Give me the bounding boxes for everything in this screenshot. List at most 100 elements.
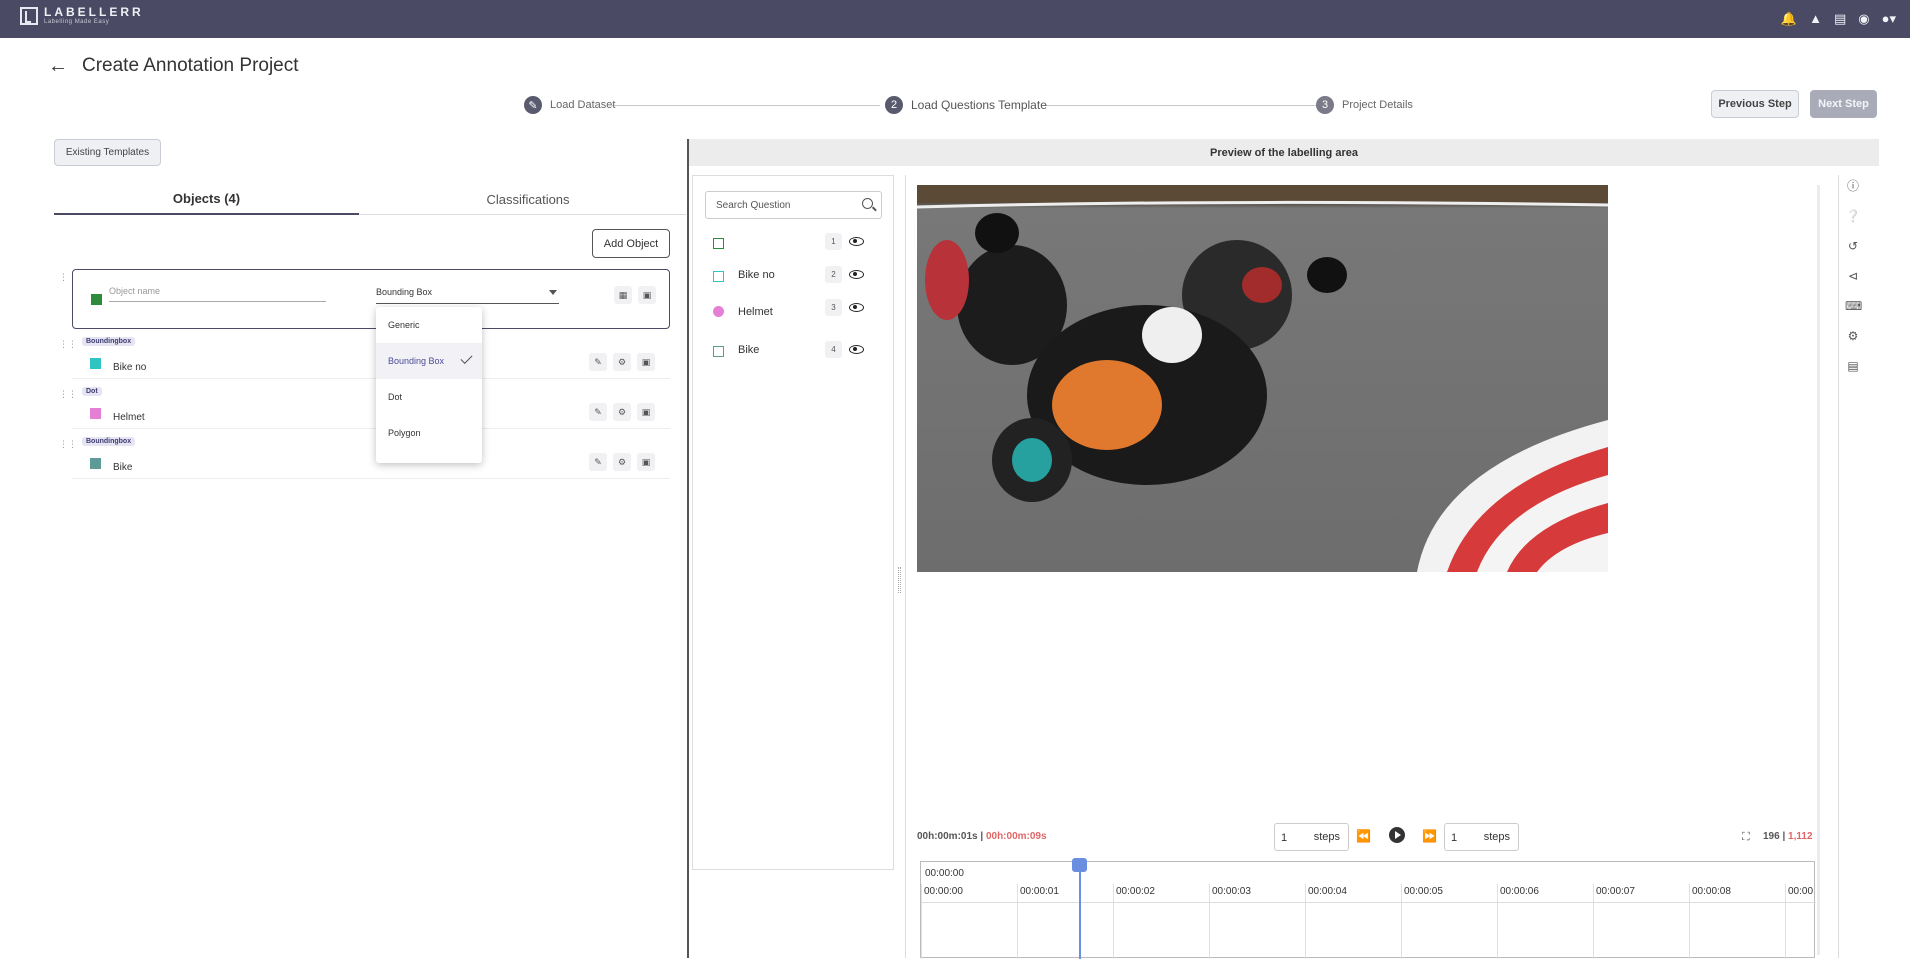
- dropdown-option-bounding-box[interactable]: Bounding Box: [376, 343, 482, 379]
- search-question-input[interactable]: Search Question: [705, 191, 882, 219]
- current-time: 00h:00m:01s: [917, 831, 978, 842]
- video-frame[interactable]: [917, 185, 1608, 572]
- eye-icon[interactable]: [849, 237, 864, 246]
- user-icon[interactable]: ●▾: [1882, 11, 1896, 27]
- step-forward-input[interactable]: 1 steps: [1444, 823, 1519, 851]
- question-number: 2: [825, 266, 842, 283]
- time-separator: |: [977, 831, 986, 842]
- add-object-button[interactable]: Add Object: [592, 229, 670, 258]
- object-color-swatch: [90, 408, 101, 419]
- delete-icon[interactable]: ▣: [637, 403, 655, 421]
- object-row[interactable]: Boundingbox Bike no ✎ ⚙ ▣: [72, 337, 670, 379]
- object-name-input[interactable]: Object name: [109, 282, 326, 302]
- media-icon[interactable]: ▤: [1845, 358, 1861, 374]
- object-type-dropdown: Generic Bounding Box Dot Polygon: [376, 307, 482, 463]
- object-tabs: Objects (4) Classifications: [54, 184, 686, 215]
- frame-total: 1,112: [1788, 831, 1813, 842]
- object-color-swatch: [90, 458, 101, 469]
- question-item[interactable]: 1: [693, 228, 895, 258]
- fast-forward-icon[interactable]: ⏩: [1422, 829, 1437, 843]
- book-icon[interactable]: ▤: [1834, 11, 1846, 27]
- fullscreen-icon[interactable]: ⛶: [1742, 831, 1750, 844]
- question-color-square: [713, 271, 724, 282]
- logo-tagline: Labelling Made Easy: [44, 19, 110, 25]
- edit-icon[interactable]: ✎: [589, 453, 607, 471]
- object-type-select[interactable]: Bounding Box: [376, 282, 559, 304]
- rewind-icon[interactable]: ⏪: [1356, 829, 1371, 843]
- timeline-cursor[interactable]: [1079, 862, 1081, 959]
- object-row[interactable]: Dot Helmet ✎ ⚙ ▣: [72, 387, 670, 429]
- hierarchy-icon[interactable]: ▲: [1809, 11, 1822, 27]
- delete-icon[interactable]: ▣: [637, 453, 655, 471]
- object-name: Helmet: [113, 412, 145, 423]
- eye-icon[interactable]: [849, 345, 864, 354]
- delete-icon[interactable]: ▣: [637, 353, 655, 371]
- headset-icon[interactable]: ◉: [1858, 11, 1869, 27]
- object-row[interactable]: Boundingbox Bike ✎ ⚙ ▣: [72, 437, 670, 479]
- step-project-details[interactable]: 3 Project Details: [1316, 96, 1413, 114]
- checkmark-icon: [460, 351, 473, 365]
- history-icon[interactable]: ↺: [1845, 238, 1861, 254]
- timeline-cursor-handle[interactable]: [1072, 858, 1087, 872]
- timeline-tick: 00:00:03: [1209, 884, 1251, 959]
- question-item[interactable]: Bike 4: [693, 336, 895, 366]
- previous-step-button[interactable]: Previous Step: [1711, 90, 1799, 118]
- timeline[interactable]: 00:00:00 00:00:00 00:00:01 00:00:02 00:0…: [920, 858, 1816, 959]
- share-icon[interactable]: ⊲: [1845, 268, 1861, 284]
- dropdown-option-label: Bounding Box: [388, 356, 445, 366]
- object-name: Bike: [113, 462, 133, 473]
- steps-unit: steps: [1483, 831, 1510, 843]
- step-load-dataset[interactable]: ✎ Load Dataset: [524, 96, 615, 114]
- panel-resize-handle[interactable]: [898, 567, 901, 593]
- step-load-questions-template[interactable]: 2 Load Questions Template: [885, 96, 1047, 114]
- step-back-value: 1: [1281, 832, 1288, 844]
- info-icon[interactable]: ⓘ: [1845, 178, 1861, 194]
- question-item[interactable]: Helmet 3: [693, 294, 895, 324]
- settings-icon[interactable]: ⚙: [1845, 328, 1861, 344]
- timeline-divider: [921, 902, 1816, 903]
- frame-current: 196: [1763, 831, 1780, 842]
- logo-text: LABELLERR: [44, 5, 144, 19]
- tab-classifications[interactable]: Classifications: [370, 184, 686, 215]
- edit-icon[interactable]: ✎: [589, 353, 607, 371]
- search-icon[interactable]: [862, 198, 873, 209]
- question-label: Bike: [738, 344, 760, 356]
- timeline-tick: 00:00: [1785, 884, 1816, 959]
- edit-icon[interactable]: ✎: [589, 403, 607, 421]
- existing-templates-button[interactable]: Existing Templates: [54, 139, 161, 166]
- eye-icon[interactable]: [849, 270, 864, 279]
- timeline-ticks: 00:00:00 00:00:01 00:00:02 00:00:03 00:0…: [921, 884, 1816, 959]
- stepper-connector: [612, 105, 880, 106]
- play-icon[interactable]: [1389, 827, 1405, 843]
- project-stepper: ✎ Load Dataset 2 Load Questions Template…: [524, 96, 1413, 114]
- step-back-input[interactable]: 1 steps: [1274, 823, 1349, 851]
- help-icon[interactable]: ❔: [1845, 208, 1861, 224]
- save-icon[interactable]: ▦: [614, 286, 632, 304]
- dropdown-option-dot[interactable]: Dot: [376, 379, 482, 415]
- step-label: Load Questions Template: [911, 98, 1047, 112]
- keyboard-icon[interactable]: ⌨: [1845, 298, 1862, 314]
- labellerr-logo[interactable]: LABELLERR Labelling Made Easy: [20, 6, 144, 26]
- gear-icon[interactable]: ⚙: [613, 403, 631, 421]
- delete-icon[interactable]: ▣: [638, 286, 656, 304]
- back-arrow-icon[interactable]: ←: [48, 56, 68, 76]
- question-label: Helmet: [738, 306, 773, 318]
- eye-icon[interactable]: [849, 303, 864, 312]
- step-forward-value: 1: [1451, 832, 1458, 844]
- tab-objects[interactable]: Objects (4): [54, 184, 359, 215]
- dropdown-option-generic[interactable]: Generic: [376, 307, 482, 343]
- vertical-scrollbar[interactable]: [1817, 185, 1820, 955]
- question-item[interactable]: Bike no 2: [693, 261, 895, 291]
- time-readout: 00h:00m:01s | 00h:00m:09s: [917, 831, 1047, 842]
- gear-icon[interactable]: ⚙: [613, 353, 631, 371]
- bell-icon[interactable]: 🔔: [1781, 11, 1797, 27]
- object-color-swatch[interactable]: [91, 294, 102, 305]
- step-number: 3: [1316, 96, 1334, 114]
- next-step-button[interactable]: Next Step: [1810, 90, 1877, 118]
- object-editor: Object name Bounding Box ▦ ▣: [72, 269, 670, 329]
- timeline-tick: 00:00:02: [1113, 884, 1155, 959]
- logo-mark-icon: [20, 7, 38, 25]
- dropdown-option-polygon[interactable]: Polygon: [376, 415, 482, 451]
- caret-down-icon: [549, 290, 557, 295]
- gear-icon[interactable]: ⚙: [613, 453, 631, 471]
